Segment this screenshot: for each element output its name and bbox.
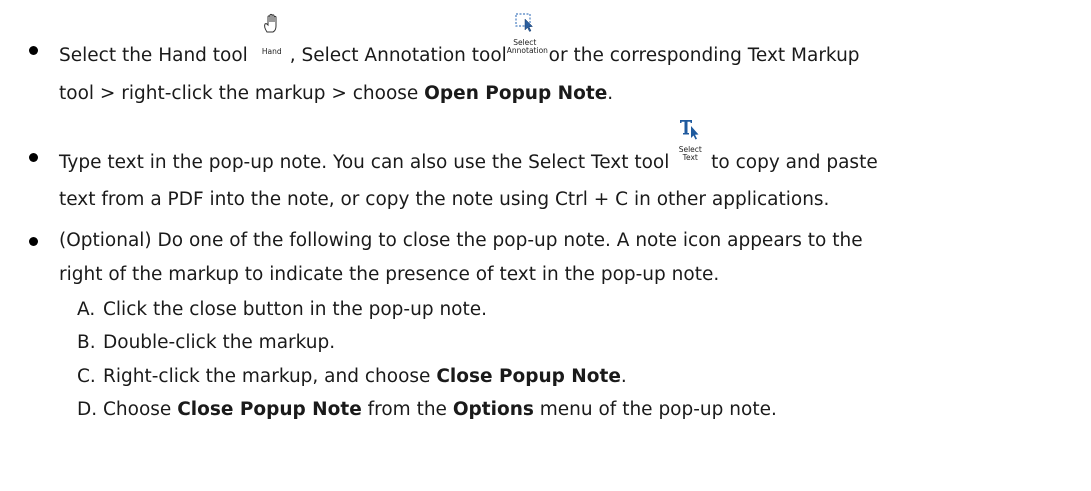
step-letter: C. (77, 366, 96, 387)
step-text: Double-click the markup. (103, 332, 336, 353)
text: (Optional) Do one of the following to cl… (59, 230, 863, 251)
step-letter: D. (77, 399, 98, 420)
text: . (607, 83, 614, 104)
bullet-marker (29, 46, 38, 55)
bullet-marker (29, 237, 38, 246)
hand-caption: Hand (261, 47, 282, 56)
text: text from a PDF into the note, or copy t… (59, 189, 830, 210)
step-a: A. Click the close button in the pop-up n… (77, 299, 487, 321)
select-text-tool-icon: Select Text (675, 120, 705, 168)
text: tool > right-click the markup > choose (59, 83, 425, 104)
text: or the corresponding Text Markup (542, 45, 860, 66)
select-annotation-icon (515, 13, 533, 32)
text: Select the Hand tool (59, 45, 248, 66)
step-text: Choose (103, 399, 178, 420)
bold-text: Options (452, 399, 534, 420)
step-text: Right-click the markup, and choose (103, 366, 437, 387)
text: to copy and paste (705, 152, 878, 173)
step-text: Click the close button in the pop-up not… (103, 299, 488, 320)
bold-text: Open Popup Note (424, 83, 608, 104)
step-letter: B. (77, 332, 96, 353)
select-annotation-caption-bottom: Annotation (506, 46, 548, 55)
select-text-icon (680, 120, 699, 140)
select-annotation-tool-icon: Select Annotation (506, 13, 548, 61)
bold-text: Close Popup Note (436, 366, 621, 387)
bullet-2-line-1: Type text in the pop-up note. You can al… (59, 120, 878, 174)
bullet-3-line-2: right of the markup to indicate the pres… (59, 264, 719, 286)
step-text: from the (361, 399, 453, 420)
step-d: D. Choose Close Popup Note from the Optio… (77, 399, 777, 421)
bullet-3-line-1: (Optional) Do one of the following to cl… (59, 230, 863, 252)
step-b: B. Double-click the markup. (77, 332, 335, 354)
step-text: menu of the pop-up note. (533, 399, 777, 420)
text: right of the markup to indicate the pres… (59, 264, 720, 285)
select-text-caption-bottom: Text (682, 153, 698, 162)
bullet-1-line-2: tool > right-click the markup > choose O… (59, 83, 613, 105)
step-letter: A. (77, 299, 96, 320)
step-text: . (620, 366, 627, 387)
text: Type text in the pop-up note. You can al… (59, 152, 670, 173)
bullet-2-line-2: text from a PDF into the note, or copy t… (59, 189, 829, 211)
bullet-marker (29, 153, 38, 162)
text: , Select Annotation tool (289, 45, 507, 66)
bold-text: Close Popup Note (177, 399, 362, 420)
hand-tool-icon: Hand (254, 13, 290, 61)
bullet-1-line-1: Select the Hand tool Hand , Select Annot… (59, 13, 860, 67)
step-c: C. Right-click the markup, and choose Clo… (77, 366, 627, 388)
hand-icon (263, 13, 277, 33)
